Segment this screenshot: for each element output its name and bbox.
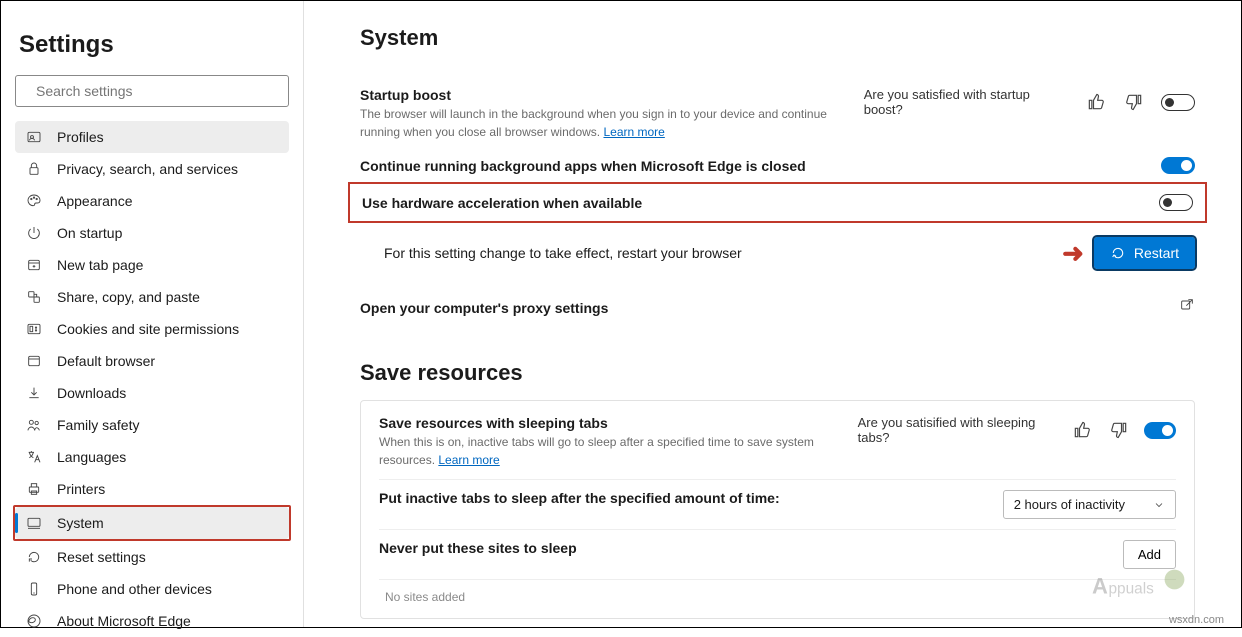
cookies-icon	[25, 320, 43, 338]
inactive-time-label: Put inactive tabs to sleep after the spe…	[379, 490, 780, 506]
sidebar-item-defaultbrowser[interactable]: Default browser	[15, 345, 289, 377]
search-settings-wrap[interactable]	[15, 75, 289, 107]
restart-button[interactable]: Restart	[1094, 237, 1195, 269]
lock-icon	[25, 160, 43, 178]
restart-hint: For this setting change to take effect, …	[384, 245, 742, 261]
sidebar-item-label: Share, copy, and paste	[57, 289, 200, 305]
sidebar-item-label: Languages	[57, 449, 126, 465]
sleeping-tabs-label: Save resources with sleeping tabs	[379, 415, 842, 431]
sidebar-item-label: Reset settings	[57, 549, 146, 565]
thumbs-up-icon[interactable]	[1071, 420, 1093, 440]
bg-apps-row: Continue running background apps when Mi…	[360, 149, 1195, 182]
bg-apps-toggle[interactable]	[1161, 157, 1195, 174]
proxy-row[interactable]: Open your computer's proxy settings	[360, 283, 1195, 332]
sidebar-item-label: Downloads	[57, 385, 126, 401]
startup-learn-more-link[interactable]: Learn more	[603, 125, 664, 139]
inactive-time-select[interactable]: 2 hours of inactivity	[1003, 490, 1176, 519]
languages-icon	[25, 448, 43, 466]
svg-text:A: A	[1092, 573, 1108, 598]
sidebar-item-languages[interactable]: Languages	[15, 441, 289, 473]
settings-sidebar: Settings Profiles Privacy, search, and s…	[1, 1, 304, 627]
sidebar-item-about[interactable]: About Microsoft Edge	[15, 605, 289, 637]
chevron-down-icon	[1153, 499, 1165, 511]
sidebar-item-label: Family safety	[57, 417, 139, 433]
edge-icon	[25, 612, 43, 630]
thumbs-down-icon[interactable]	[1123, 92, 1147, 112]
hw-accel-label: Use hardware acceleration when available	[362, 195, 642, 211]
startup-boost-desc: The browser will launch in the backgroun…	[360, 105, 848, 141]
no-sites-text: No sites added	[379, 590, 465, 604]
newtab-icon	[25, 256, 43, 274]
sidebar-item-printers[interactable]: Printers	[15, 473, 289, 505]
settings-title: Settings	[19, 31, 285, 59]
sleeping-tabs-desc: When this is on, inactive tabs will go t…	[379, 433, 842, 469]
startup-boost-label: Startup boost	[360, 87, 848, 103]
sidebar-item-label: Cookies and site permissions	[57, 321, 239, 337]
browser-icon	[25, 352, 43, 370]
restart-row: For this setting change to take effect, …	[360, 223, 1195, 283]
never-sleep-label: Never put these sites to sleep	[379, 540, 577, 556]
save-resources-card: Save resources with sleeping tabs When t…	[360, 400, 1195, 619]
hw-accel-toggle[interactable]	[1159, 194, 1193, 211]
startup-boost-row: Startup boost The browser will launch in…	[360, 79, 1195, 149]
phone-icon	[25, 580, 43, 598]
printer-icon	[25, 480, 43, 498]
sidebar-item-label: Appearance	[57, 193, 133, 209]
sidebar-item-label: System	[57, 515, 104, 531]
reset-icon	[25, 548, 43, 566]
sidebar-item-share[interactable]: Share, copy, and paste	[15, 281, 289, 313]
startup-boost-toggle[interactable]	[1161, 94, 1195, 111]
search-settings-input[interactable]	[36, 83, 278, 99]
download-icon	[25, 384, 43, 402]
watermark-logo: A ppuals	[1092, 560, 1202, 610]
sidebar-item-label: Privacy, search, and services	[57, 161, 238, 177]
power-icon	[25, 224, 43, 242]
watermark-text: wsxdn.com	[1169, 614, 1224, 626]
sidebar-item-reset[interactable]: Reset settings	[15, 541, 289, 573]
save-resources-title: Save resources	[360, 360, 1195, 386]
share-icon	[25, 288, 43, 306]
proxy-label: Open your computer's proxy settings	[360, 300, 608, 316]
sidebar-item-cookies[interactable]: Cookies and site permissions	[15, 313, 289, 345]
bg-apps-label: Continue running background apps when Mi…	[360, 158, 806, 174]
sidebar-item-onstartup[interactable]: On startup	[15, 217, 289, 249]
sidebar-item-newtab[interactable]: New tab page	[15, 249, 289, 281]
sleeping-tabs-toggle[interactable]	[1144, 422, 1176, 439]
startup-feedback-text: Are you satisfied with startup boost?	[864, 87, 1072, 117]
sidebar-item-label: Profiles	[57, 129, 104, 145]
sidebar-item-label: Phone and other devices	[57, 581, 212, 597]
page-title: System	[360, 25, 1195, 51]
sleeping-learn-more-link[interactable]: Learn more	[438, 453, 499, 467]
thumbs-down-icon[interactable]	[1108, 420, 1130, 440]
thumbs-up-icon[interactable]	[1085, 92, 1109, 112]
sidebar-item-label: New tab page	[57, 257, 143, 273]
sidebar-item-label: Printers	[57, 481, 105, 497]
external-link-icon	[1179, 297, 1195, 318]
sidebar-item-privacy[interactable]: Privacy, search, and services	[15, 153, 289, 185]
svg-text:ppuals: ppuals	[1109, 580, 1155, 597]
system-settings-panel: System Startup boost The browser will la…	[304, 1, 1241, 627]
family-icon	[25, 416, 43, 434]
sidebar-item-appearance[interactable]: Appearance	[15, 185, 289, 217]
hw-accel-row: Use hardware acceleration when available	[348, 182, 1207, 223]
sleeping-feedback-text: Are you satisified with sleeping tabs?	[858, 415, 1058, 445]
sidebar-item-family[interactable]: Family safety	[15, 409, 289, 441]
sidebar-item-label: Default browser	[57, 353, 155, 369]
sidebar-item-label: About Microsoft Edge	[57, 613, 191, 629]
sidebar-item-label: On startup	[57, 225, 122, 241]
profile-icon	[25, 128, 43, 146]
system-icon	[25, 514, 43, 532]
sidebar-item-system[interactable]: System	[15, 507, 289, 539]
annotation-arrow-icon: ➜	[1062, 238, 1084, 269]
save-resources-section: Save resources Save resources with sleep…	[360, 360, 1195, 619]
sidebar-item-profiles[interactable]: Profiles	[15, 121, 289, 153]
sidebar-item-downloads[interactable]: Downloads	[15, 377, 289, 409]
appearance-icon	[25, 192, 43, 210]
sidebar-item-phone[interactable]: Phone and other devices	[15, 573, 289, 605]
